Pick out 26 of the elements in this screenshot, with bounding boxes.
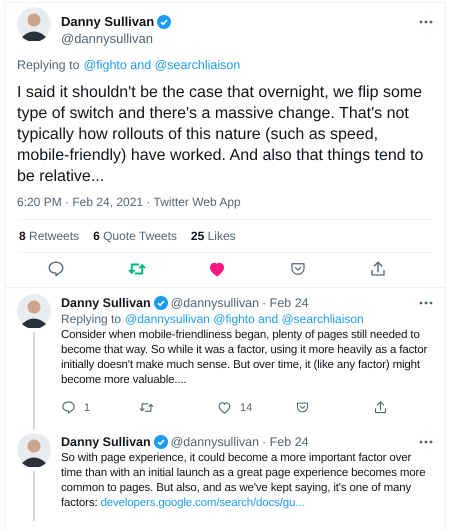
tweet-timestamp: 6:20 PM · Feb 24, 2021 · Twitter Web App xyxy=(17,187,433,220)
tweet-stat[interactable]: 25 Likes xyxy=(190,229,236,243)
more-icon[interactable] xyxy=(419,301,433,305)
reply-button[interactable]: 1 xyxy=(61,400,101,415)
author-handle[interactable]: @dannysullivan xyxy=(170,296,260,310)
tweet-date[interactable]: · Feb 24 xyxy=(262,296,309,310)
replying-label: Replying to xyxy=(17,58,80,72)
tweet-stat[interactable]: 8 Retweets xyxy=(19,229,80,243)
author-name[interactable]: Danny Sullivan xyxy=(61,435,151,449)
author-handle[interactable]: @dannysullivan xyxy=(170,435,260,449)
reply-text: So with page experience, it could become a more important factor over time than with an initial launch as a great page experience becomes more common to pages. But also, and as we've kept saying, it's one of many factors: developers.google.com/search/docs/gu... xyxy=(61,451,426,511)
like-button[interactable]: 14 xyxy=(217,400,257,415)
tweet-stat[interactable]: 6 Quote Tweets xyxy=(93,229,177,243)
avatar[interactable] xyxy=(17,294,51,328)
tweet-date[interactable]: · Feb 24 xyxy=(262,435,309,449)
author-name[interactable]: Danny Sullivan xyxy=(61,296,151,310)
avatar[interactable] xyxy=(17,7,51,41)
author-name[interactable]: Danny Sullivan xyxy=(61,14,154,29)
avatar[interactable] xyxy=(17,433,51,467)
more-icon[interactable] xyxy=(419,20,433,24)
more-icon[interactable] xyxy=(419,440,433,444)
replying-label: Replying to xyxy=(61,312,122,326)
reply-text: Consider when mobile-friendliness began, plenty of pages still needed to become that way. So while it was a factor, using it more heavily as a factor initially doesn't make much sense. But over time, it (like any factor) might become more valuable.... xyxy=(61,328,428,388)
author-handle[interactable]: @dannysullivan xyxy=(61,31,433,46)
thread-line xyxy=(33,471,35,521)
tweet-text: I said it shouldn't be the case that overnight, we flip some type of switch and there's a massive change. That's not typically how rollouts of this nature (such as speed, mobile-friendly) have worked. And also that things tend to be relative... xyxy=(17,83,424,187)
